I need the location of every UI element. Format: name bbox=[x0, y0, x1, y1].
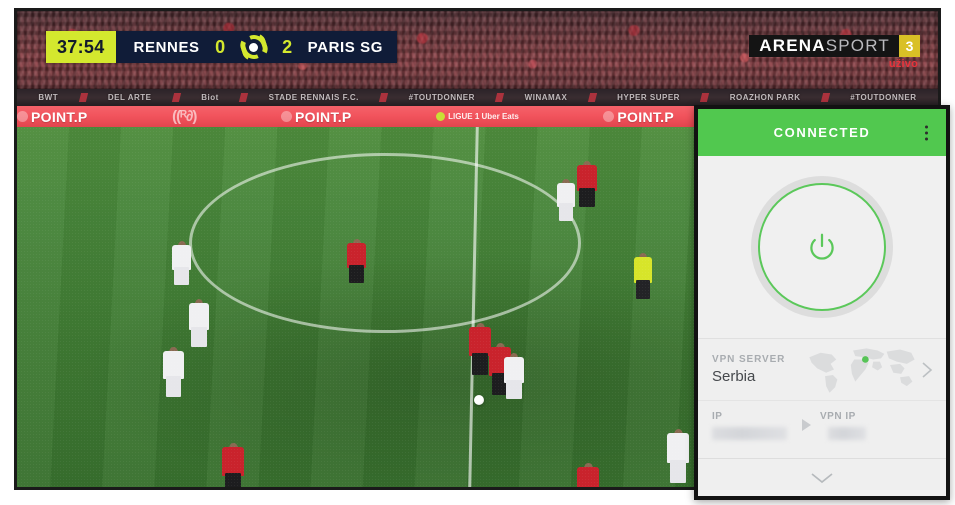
pointp-logo-icon bbox=[281, 111, 293, 122]
ligue1-dot-icon bbox=[436, 112, 446, 121]
vpn-header: CONNECTED bbox=[698, 109, 946, 156]
ligue1-board-ad: LIGUE 1 Uber Eats bbox=[436, 112, 519, 121]
local-ip-value-redacted bbox=[712, 427, 787, 440]
away-team-score: 2 bbox=[282, 36, 293, 57]
player-white bbox=[667, 429, 689, 483]
player-white bbox=[163, 347, 184, 397]
power-icon bbox=[810, 233, 834, 260]
channel-number-badge: 3 bbox=[899, 35, 920, 57]
ad-label: WINAMAX bbox=[524, 93, 568, 102]
player-red bbox=[347, 239, 366, 283]
vpn-ip-value-redacted bbox=[828, 427, 866, 440]
player-white bbox=[189, 299, 209, 347]
pointp-swirl-icon: ((ᴿ∂) bbox=[172, 108, 197, 125]
vpn-server-selector[interactable]: VPN SERVER Serbia bbox=[698, 338, 946, 400]
overflow-menu-icon[interactable] bbox=[921, 121, 932, 144]
home-team-name: RENNES bbox=[133, 38, 200, 56]
referee bbox=[634, 253, 652, 299]
arrow-right-icon bbox=[802, 419, 811, 431]
pointp-logo-icon bbox=[17, 111, 28, 122]
ligue1-logo-icon bbox=[237, 30, 271, 64]
vpn-ip-label: VPN IP bbox=[820, 411, 856, 422]
halfway-line bbox=[468, 127, 479, 487]
ad-label: DEL ARTE bbox=[107, 93, 152, 102]
broadcaster-name-bold: ARENA bbox=[759, 36, 826, 55]
ad-label: #TOUTDONNER bbox=[408, 93, 475, 102]
ad-label: Biot bbox=[201, 93, 219, 102]
ligue1-board-label: LIGUE 1 Uber Eats bbox=[448, 112, 519, 121]
live-badge: uživo bbox=[888, 58, 918, 70]
arena-sport-wordmark: ARENA SPORT bbox=[749, 35, 899, 57]
advertising-board-upper: BWT DEL ARTE Biot STADE RENNAIS F.C. #TO… bbox=[17, 89, 938, 106]
pointp-label: POINT.P bbox=[31, 108, 88, 125]
world-map-icon bbox=[806, 345, 918, 395]
chevron-down-icon bbox=[811, 472, 833, 483]
away-team-name: PARIS SG bbox=[307, 38, 384, 56]
vpn-server-value: Serbia bbox=[712, 368, 756, 385]
pointp-ad: POINT.P bbox=[17, 109, 88, 125]
pointp-label: POINT.P bbox=[295, 108, 352, 125]
pointp-ad: POINT.P bbox=[281, 109, 352, 125]
player-red bbox=[222, 443, 244, 487]
broadcaster-name-light: SPORT bbox=[825, 36, 890, 55]
pointp-ad: POINT.P bbox=[603, 109, 674, 125]
match-clock: 37:54 bbox=[46, 31, 116, 63]
ad-label: ROAZHON PARK bbox=[729, 93, 801, 102]
player-red bbox=[577, 161, 597, 207]
vpn-ip-row: IP VPN IP bbox=[698, 400, 946, 458]
football bbox=[474, 395, 484, 405]
player-red bbox=[489, 343, 511, 395]
ad-label: #TOUTDONNER bbox=[850, 93, 917, 102]
home-team-score: 0 bbox=[215, 36, 226, 57]
player-red bbox=[469, 323, 491, 375]
broadcaster-logo: ARENA SPORT 3 uživo bbox=[749, 35, 920, 70]
ad-label: BWT bbox=[38, 93, 59, 102]
vpn-server-label: VPN SERVER bbox=[712, 354, 786, 365]
ad-label: STADE RENNAIS F.C. bbox=[268, 93, 359, 102]
score-bar: RENNES 0 2 PARIS SG bbox=[115, 30, 398, 64]
player-red bbox=[577, 463, 599, 487]
ad-label: HYPER SUPER bbox=[617, 93, 680, 102]
player-white bbox=[504, 353, 524, 399]
vpn-expand-button[interactable] bbox=[698, 458, 946, 496]
player-white bbox=[172, 241, 191, 285]
vpn-power-area bbox=[698, 156, 946, 338]
pointp-label: POINT.P bbox=[617, 108, 674, 125]
vpn-app-panel[interactable]: CONNECTED VPN SERVER Serbia IP VPN IP bbox=[694, 105, 950, 500]
vpn-ip-block: VPN IP bbox=[820, 411, 928, 440]
pointp-logo-icon bbox=[603, 111, 615, 122]
center-circle bbox=[189, 153, 581, 333]
chevron-right-icon bbox=[921, 360, 934, 380]
scoreboard: 37:54 RENNES 0 2 PARIS SG bbox=[46, 30, 398, 64]
vpn-power-button[interactable] bbox=[758, 183, 886, 311]
vpn-server-text: VPN SERVER Serbia bbox=[712, 354, 785, 385]
player-white bbox=[557, 179, 575, 221]
vpn-connection-status: CONNECTED bbox=[773, 125, 871, 140]
broadcaster-row: ARENA SPORT 3 bbox=[749, 35, 920, 57]
